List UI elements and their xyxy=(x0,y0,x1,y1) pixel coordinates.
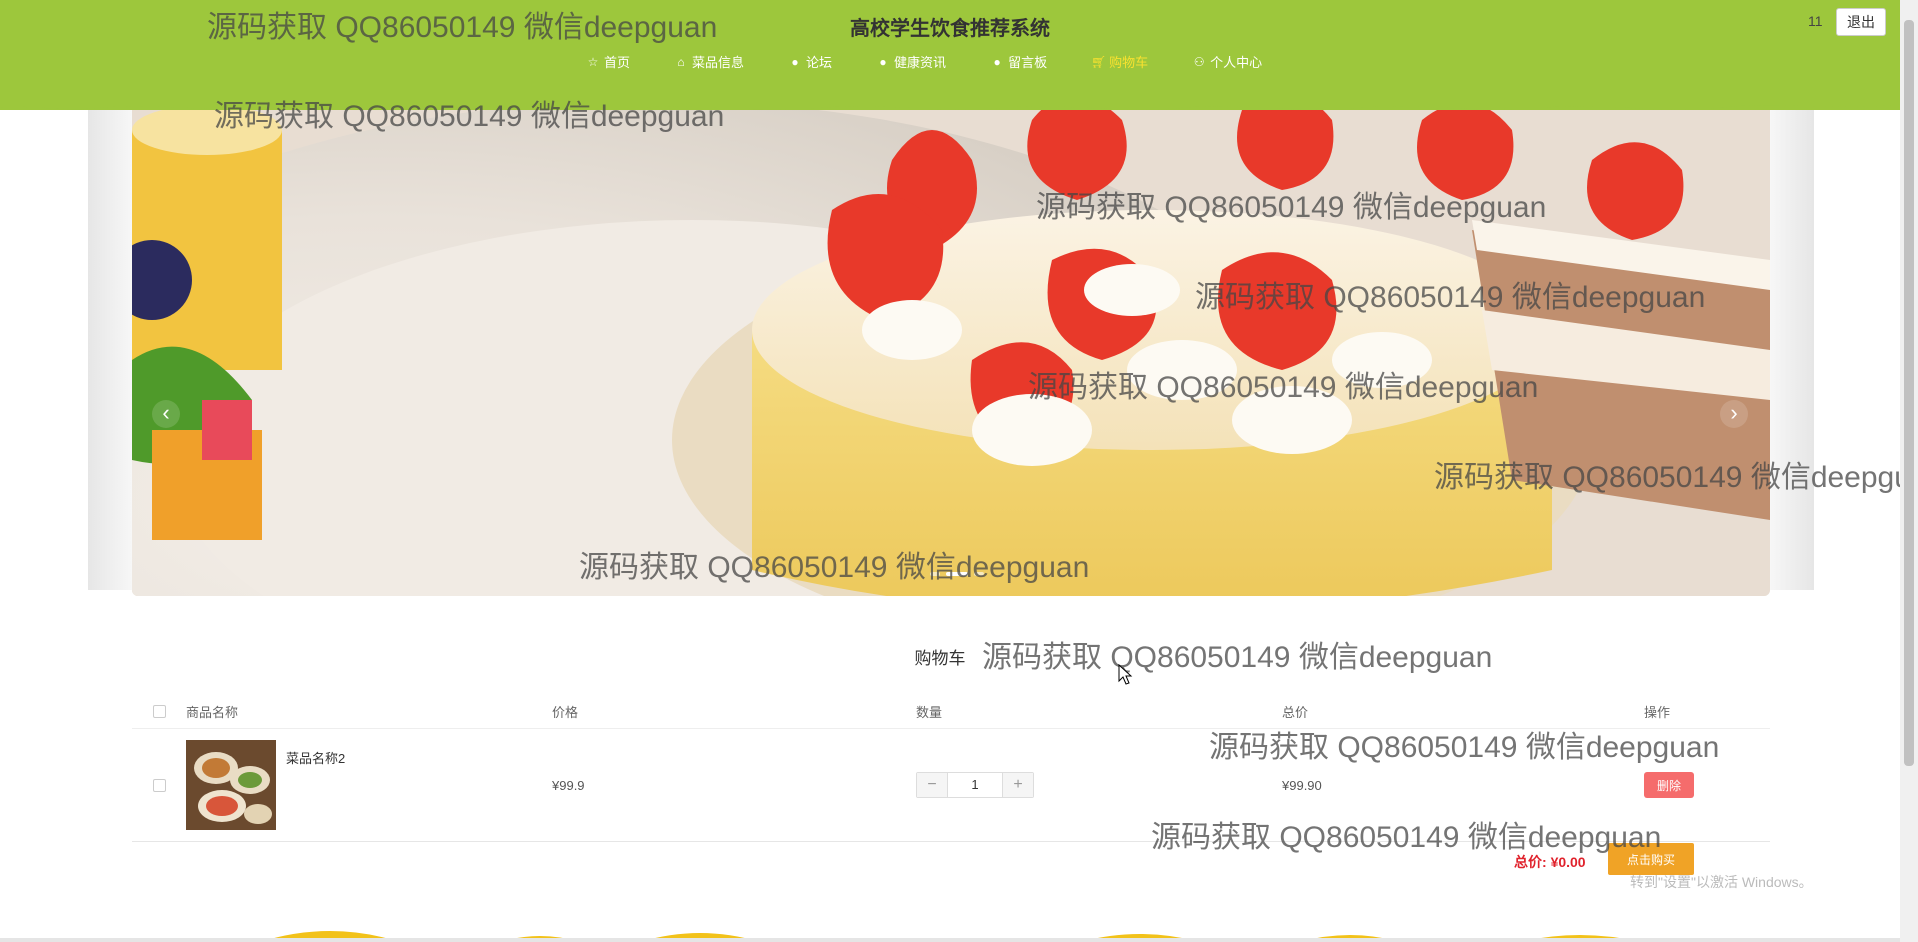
bag-icon: ⌂ xyxy=(677,54,685,69)
total-label: 总价: xyxy=(1514,854,1547,870)
increase-button[interactable]: + xyxy=(1003,773,1033,797)
mouse-cursor-icon xyxy=(1118,664,1133,685)
main-nav: ☆ 首页 ⌂ 菜品信息 ● 论坛 ● 健康资讯 ● 留言板 🛒︎ 购物车 ⚇ 个… xyxy=(586,52,1306,71)
nav-label: 菜品信息 xyxy=(692,55,745,70)
nav-label: 个人中心 xyxy=(1210,55,1263,70)
nav-item-profile[interactable]: ⚇ 个人中心 xyxy=(1192,52,1262,71)
circle-icon: ● xyxy=(791,54,799,69)
windows-activation-hint: 转到"设置"以激活 Windows。 xyxy=(1630,874,1813,890)
nav-label: 论坛 xyxy=(806,55,833,70)
column-header: 数量 xyxy=(916,705,943,720)
nav-item-dishes[interactable]: ⌂ 菜品信息 xyxy=(674,52,744,71)
cart-total: 总价: ¥0.00 xyxy=(1514,852,1586,872)
delete-button[interactable]: 删除 xyxy=(1644,772,1694,798)
column-header: 价格 xyxy=(552,705,579,720)
circle-icon: ● xyxy=(879,54,887,69)
nav-item-health-news[interactable]: ● 健康资讯 xyxy=(876,52,946,71)
banner-indicators xyxy=(930,572,984,576)
column-header: 总价 xyxy=(1282,705,1309,720)
nav-item-message-board[interactable]: ● 留言板 xyxy=(990,52,1047,71)
nav-item-forum[interactable]: ● 论坛 xyxy=(788,52,832,71)
select-all-checkbox[interactable] xyxy=(152,705,166,718)
checkout-button[interactable]: 点击购买 xyxy=(1608,843,1694,875)
banner-image xyxy=(132,100,1770,596)
total-value: ¥0.00 xyxy=(1550,854,1586,870)
price-cell: ¥99.9 xyxy=(552,777,585,793)
column-header: 操作 xyxy=(1644,705,1671,720)
nav-label: 购物车 xyxy=(1109,55,1149,70)
banner-prev-button[interactable]: ‹ xyxy=(152,400,180,428)
header-wave xyxy=(0,96,1900,110)
banner-next-button[interactable]: › xyxy=(1720,400,1748,428)
table-row: 菜品名称2 ¥99.9 − 1 + ¥99.90 删除 xyxy=(132,729,1770,842)
header: 高校学生饮食推荐系统 ☆ 首页 ⌂ 菜品信息 ● 论坛 ● 健康资讯 ● 留言板… xyxy=(0,0,1900,110)
nav-item-cart[interactable]: 🛒︎ 购物车 xyxy=(1091,52,1148,71)
quantity-input[interactable]: 1 xyxy=(947,773,1003,797)
nav-label: 留言板 xyxy=(1008,55,1048,70)
cart-title-text: 购物车 xyxy=(914,649,966,668)
banner-dot[interactable] xyxy=(974,572,984,576)
cart-icon: 🛒︎ xyxy=(1091,54,1107,69)
banner-carousel[interactable]: ‹ › xyxy=(132,100,1770,596)
site-title: 高校学生饮食推荐系统 xyxy=(850,18,1050,40)
horizontal-scrollbar[interactable] xyxy=(0,938,1900,942)
decrease-button[interactable]: − xyxy=(917,773,947,797)
circle-icon: ● xyxy=(993,54,1001,69)
banner-dot-active[interactable] xyxy=(946,572,968,576)
column-header: 商品名称 xyxy=(186,705,239,720)
goods-cell: 菜品名称2 xyxy=(186,740,552,830)
table-header: 商品名称 价格 数量 总价 操作 xyxy=(132,695,1770,729)
logout-button[interactable]: 退出 xyxy=(1836,8,1886,36)
cart-title: 购物车 xyxy=(0,644,1900,669)
total-cell: ¥99.90 xyxy=(1282,777,1322,793)
dish-name[interactable]: 菜品名称2 xyxy=(286,748,345,767)
user-name: 11 xyxy=(1808,13,1823,29)
scrollbar-thumb[interactable] xyxy=(1904,20,1914,766)
quantity-stepper: − 1 + xyxy=(916,772,1034,798)
user-icon: ⚇ xyxy=(1193,54,1205,69)
nav-label: 健康资讯 xyxy=(894,55,947,70)
dish-thumbnail[interactable] xyxy=(186,740,276,830)
cart-table: 商品名称 价格 数量 总价 操作 菜品名称2 ¥99.9 − 1 + ¥99.9… xyxy=(132,695,1770,842)
banner-dot[interactable] xyxy=(930,572,940,576)
nav-label: 首页 xyxy=(604,55,631,70)
star-icon: ☆ xyxy=(587,54,599,69)
nav-item-home[interactable]: ☆ 首页 xyxy=(586,52,630,71)
row-checkbox[interactable] xyxy=(152,778,166,792)
